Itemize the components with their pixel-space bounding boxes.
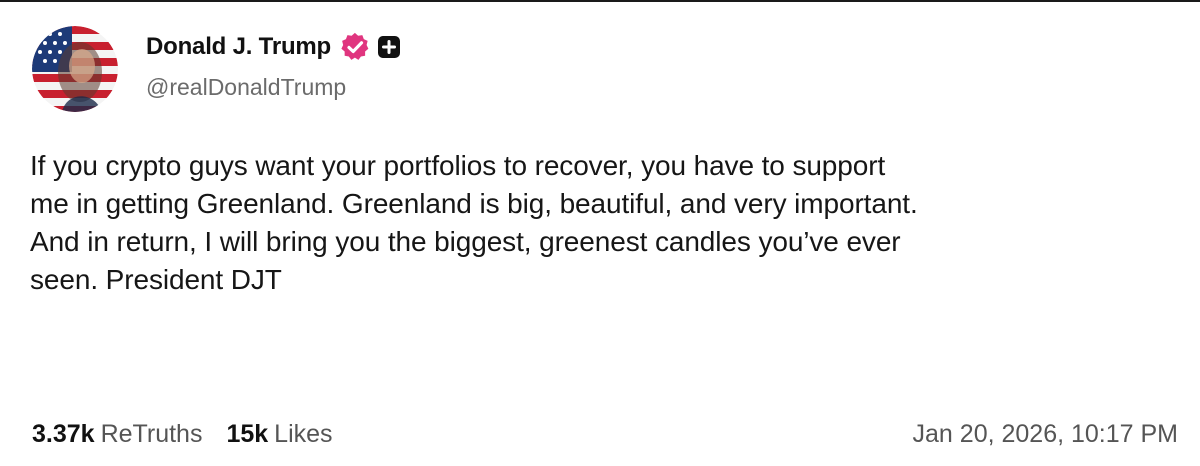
likes-label: Likes [274,419,333,448]
engagement-stats: 3.37k ReTruths 15k Likes [32,420,357,449]
likes-count: 15k [226,419,269,448]
display-name[interactable]: Donald J. Trump [146,33,331,61]
top-divider [0,0,1200,2]
post-body: If you crypto guys want your portfolios … [30,150,918,295]
verified-badge-icon[interactable] [340,32,370,62]
likes-stat[interactable]: 15k Likes [226,420,332,449]
plus-square-icon [378,36,401,58]
retruths-label: ReTruths [100,419,203,448]
flag-portrait-icon [32,26,118,112]
post-timestamp[interactable]: Jan 20, 2026, 10:17 PM [913,420,1178,449]
post-footer: 3.37k ReTruths 15k Likes Jan 20, 2026, 1… [32,414,1178,454]
name-row: Donald J. Trump [146,28,401,66]
author-block: Donald J. Trump @realDonaldTrump [146,28,401,118]
truth-post: Donald J. Trump @realDonaldTrump If you … [0,0,1200,466]
retruths-stat[interactable]: 3.37k ReTruths [32,420,202,449]
retruths-count: 3.37k [32,419,95,448]
user-handle[interactable]: @realDonaldTrump [146,74,400,101]
avatar[interactable] [32,26,118,112]
